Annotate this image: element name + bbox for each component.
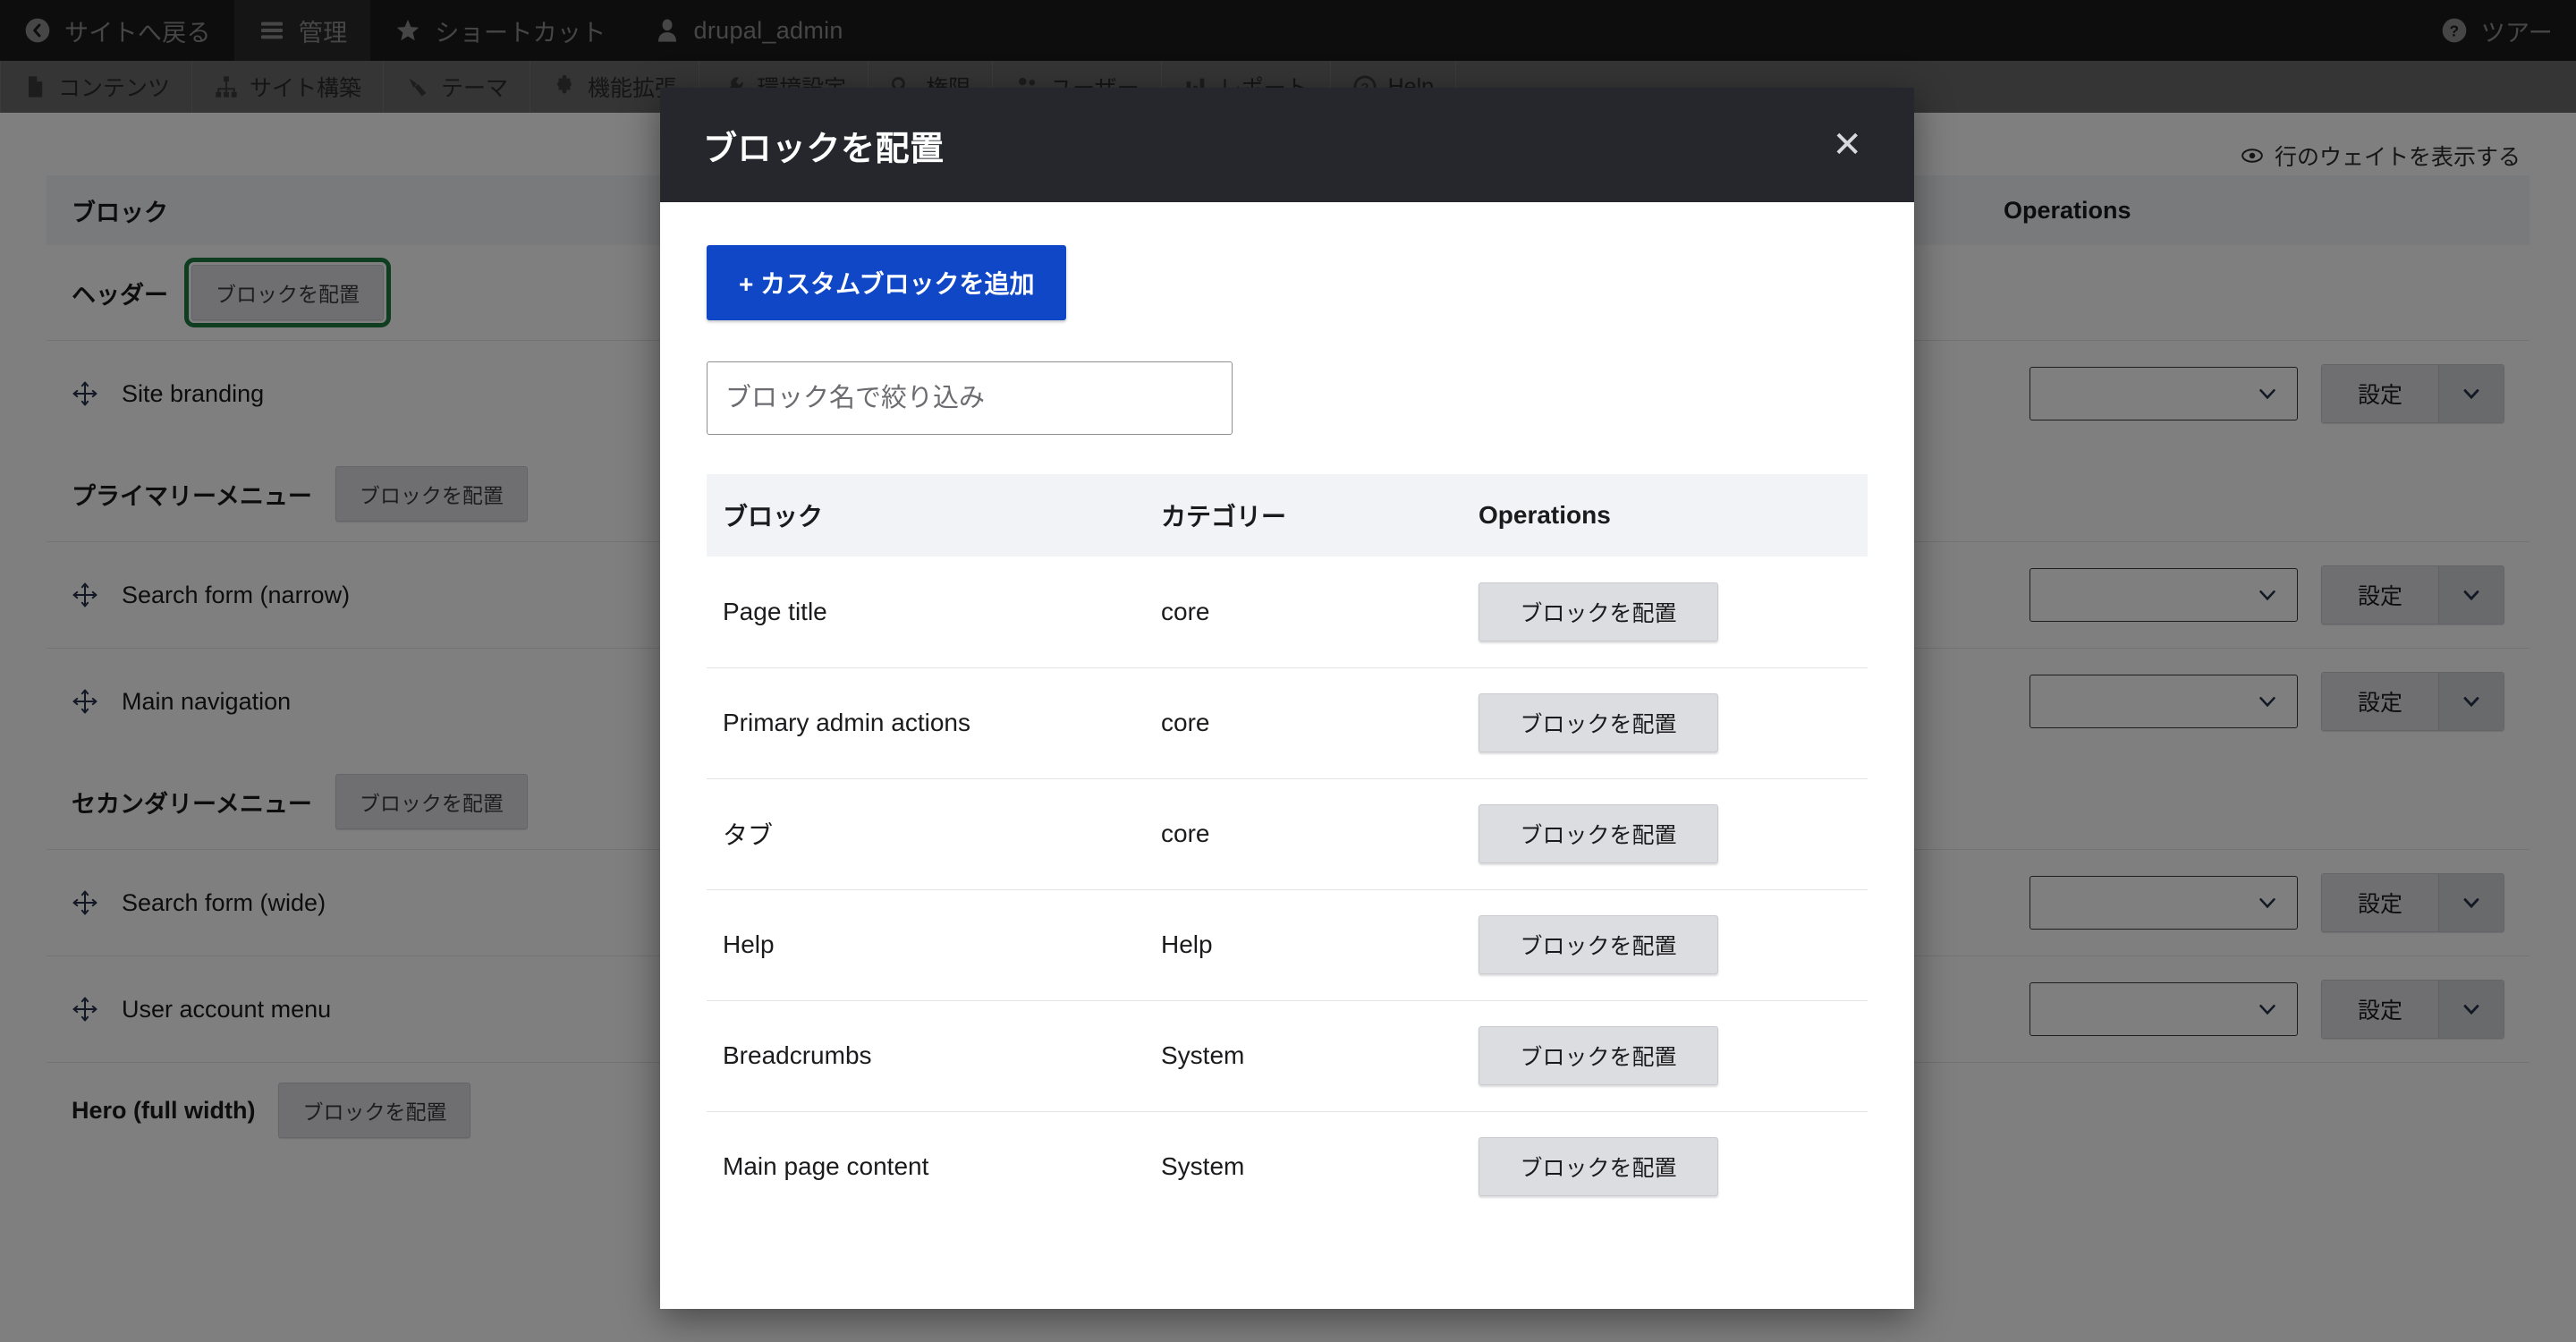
cell-operations: ブロックを配置 (1462, 888, 1868, 1000)
cell-operations: ブロックを配置 (1462, 556, 1868, 667)
table-row: Breadcrumbs System ブロックを配置 (707, 999, 1868, 1111)
cell-category: System (1145, 999, 1462, 1111)
place-block-action-button[interactable]: ブロックを配置 (1479, 693, 1718, 752)
column-header-operations: Operations (1462, 474, 1868, 556)
screen-root: サイトへ戻る 管理 ショートカット (0, 0, 2576, 1342)
cell-block-name: Page title (723, 597, 827, 625)
available-blocks-table: ブロック カテゴリー Operations Page title core ブロ… (707, 474, 1868, 1222)
filter-field-wrapper (707, 361, 1868, 435)
place-block-action-button[interactable]: ブロックを配置 (1479, 1026, 1718, 1085)
close-icon[interactable]: ✕ (1823, 120, 1871, 170)
cell-category: core (1161, 597, 1210, 625)
place-block-action-button[interactable]: ブロックを配置 (1479, 582, 1718, 641)
block-filter-input[interactable] (707, 361, 1233, 435)
cell-category: System (1145, 1110, 1462, 1222)
table-row: Page title core ブロックを配置 (707, 556, 1868, 667)
cell-block-name: タブ (707, 777, 1145, 889)
table-row: Main page content System ブロックを配置 (707, 1110, 1868, 1222)
cell-operations: ブロックを配置 (1462, 999, 1868, 1111)
dialog-title: ブロックを配置 (703, 130, 945, 168)
cell-block-name: Main page content (707, 1110, 1145, 1222)
table-header-row: ブロック カテゴリー Operations (707, 474, 1868, 556)
column-header-category: カテゴリー (1145, 474, 1462, 556)
place-block-action-button[interactable]: ブロックを配置 (1479, 915, 1718, 974)
cell-category: Help (1145, 888, 1462, 1000)
cell-operations: ブロックを配置 (1462, 1110, 1868, 1222)
place-block-dialog: ブロックを配置 ✕ + カスタムブロックを追加 ブロック カテゴリー Opera… (660, 88, 1914, 1309)
place-block-action-button[interactable]: ブロックを配置 (1479, 1137, 1718, 1197)
table-row: タブ core ブロックを配置 (707, 777, 1868, 889)
place-block-action-button[interactable]: ブロックを配置 (1479, 804, 1718, 863)
table-row: Primary admin actions core ブロックを配置 (707, 667, 1868, 778)
cell-operations: ブロックを配置 (1462, 777, 1868, 889)
cell-category: core (1145, 777, 1462, 889)
cell-block-name: Breadcrumbs (707, 999, 1145, 1111)
column-header-block: ブロック (707, 474, 1145, 556)
dialog-header: ブロックを配置 ✕ (660, 88, 1914, 202)
dialog-body: + カスタムブロックを追加 ブロック カテゴリー Operations Page… (660, 202, 1914, 1309)
table-row: Help Help ブロックを配置 (707, 888, 1868, 1000)
available-blocks-thead: ブロック カテゴリー Operations (707, 474, 1868, 556)
cell-category: core (1145, 667, 1462, 778)
add-custom-block-button[interactable]: + カスタムブロックを追加 (707, 245, 1067, 320)
cell-block-name: Help (707, 888, 1145, 1000)
cell-operations: ブロックを配置 (1462, 667, 1868, 778)
cell-block-name: Primary admin actions (707, 667, 1145, 778)
available-blocks-tbody: Page title core ブロックを配置 Primary admin ac… (707, 556, 1868, 1222)
